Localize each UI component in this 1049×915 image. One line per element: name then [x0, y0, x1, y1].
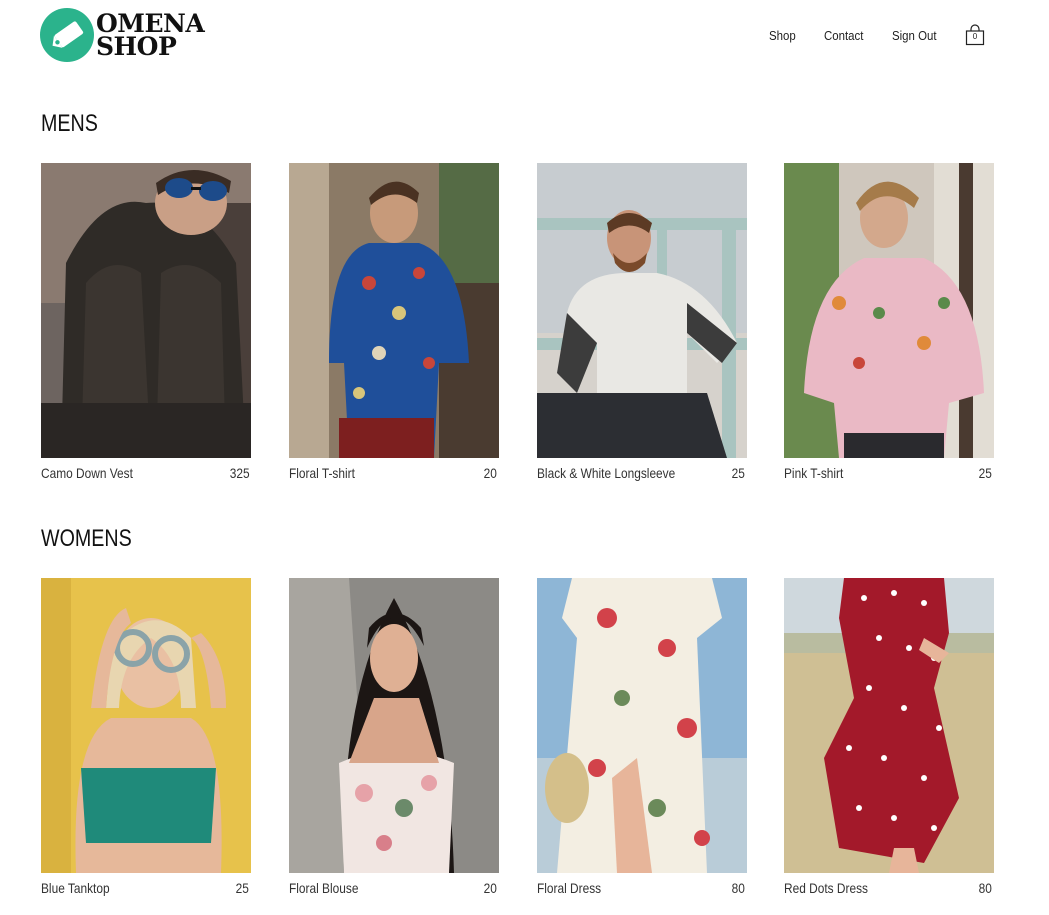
brand-name-line2: SHOP — [96, 32, 177, 61]
section-title-womens: WOMENS — [41, 525, 132, 552]
nav-shop-link[interactable]: Shop — [769, 28, 796, 43]
product-image[interactable] — [289, 163, 499, 458]
brand-logo[interactable]: OMENA SHOP — [40, 8, 205, 62]
product-card[interactable]: Blue Tanktop 25 — [41, 578, 251, 896]
product-price: 80 — [732, 880, 746, 896]
product-meta: Pink T-shirt 25 — [784, 465, 994, 481]
product-card[interactable]: Floral T-shirt 20 — [289, 163, 499, 481]
product-image[interactable] — [289, 578, 499, 873]
tag-icon — [40, 8, 94, 62]
cart-count-badge: 0 — [972, 32, 978, 41]
product-name[interactable]: Floral Dress — [537, 880, 601, 896]
product-card[interactable]: Pink T-shirt 25 — [784, 163, 994, 481]
product-price: 80 — [979, 880, 993, 896]
product-image[interactable] — [41, 578, 251, 873]
product-meta: Red Dots Dress 80 — [784, 880, 994, 896]
product-name[interactable]: Black & White Longsleeve — [537, 465, 675, 481]
product-meta: Blue Tanktop 25 — [41, 880, 251, 896]
product-price: 325 — [229, 465, 250, 481]
product-price: 20 — [484, 880, 498, 896]
product-meta: Floral T-shirt 20 — [289, 465, 499, 481]
product-image[interactable] — [784, 578, 994, 873]
product-card[interactable]: Red Dots Dress 80 — [784, 578, 994, 896]
product-image[interactable] — [41, 163, 251, 458]
product-card[interactable]: Floral Blouse 20 — [289, 578, 499, 896]
main-nav: Shop Contact Sign Out 0 — [745, 24, 985, 46]
product-meta: Black & White Longsleeve 25 — [537, 465, 747, 481]
cart-button[interactable]: 0 — [965, 24, 985, 46]
section-title-mens: MENS — [41, 110, 98, 137]
product-image[interactable] — [537, 163, 747, 458]
product-name[interactable]: Floral Blouse — [289, 880, 358, 896]
nav-sign-out-link[interactable]: Sign Out — [892, 28, 937, 43]
product-price: 25 — [979, 465, 993, 481]
product-card[interactable]: Camo Down Vest 325 — [41, 163, 251, 481]
product-meta: Floral Dress 80 — [537, 880, 747, 896]
product-name[interactable]: Blue Tanktop — [41, 880, 110, 896]
product-image[interactable] — [784, 163, 994, 458]
product-name[interactable]: Camo Down Vest — [41, 465, 133, 481]
product-price: 25 — [236, 880, 250, 896]
product-meta: Floral Blouse 20 — [289, 880, 499, 896]
product-meta: Camo Down Vest 325 — [41, 465, 251, 481]
product-name[interactable]: Floral T-shirt — [289, 465, 355, 481]
nav-contact-link[interactable]: Contact — [824, 28, 863, 43]
site-header: OMENA SHOP Shop Contact Sign Out 0 — [0, 0, 1049, 80]
product-price: 20 — [484, 465, 498, 481]
product-name[interactable]: Pink T-shirt — [784, 465, 843, 481]
product-image[interactable] — [537, 578, 747, 873]
brand-name: OMENA SHOP — [96, 11, 205, 61]
product-name[interactable]: Red Dots Dress — [784, 880, 868, 896]
product-card[interactable]: Floral Dress 80 — [537, 578, 747, 896]
product-card[interactable]: Black & White Longsleeve 25 — [537, 163, 747, 481]
product-price: 25 — [732, 465, 746, 481]
